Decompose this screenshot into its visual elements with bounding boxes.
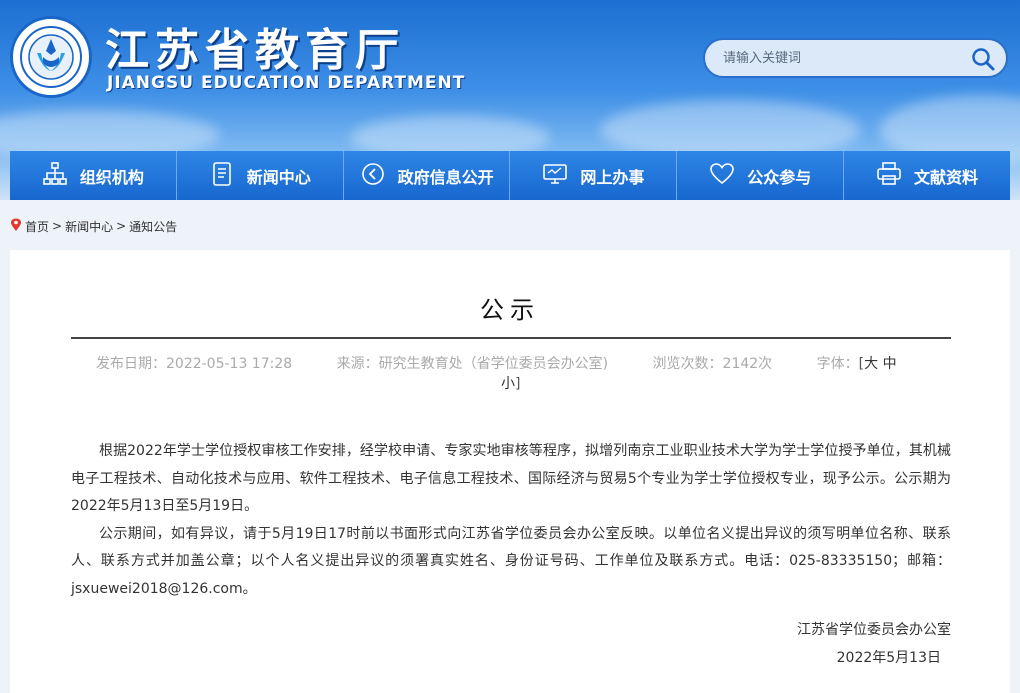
search-icon[interactable] xyxy=(970,46,996,72)
article-panel: 公示 发布日期：2022-05-13 17:28 来源：研究生教育处（省学位委员… xyxy=(10,250,1010,693)
breadcrumb-news[interactable]: 新闻中心 xyxy=(65,218,113,235)
nav-item-online-services[interactable]: 网上办事 xyxy=(510,151,678,200)
nav-item-documents[interactable]: 文献资料 xyxy=(844,151,1010,200)
nav-item-label: 新闻中心 xyxy=(246,167,311,187)
signature-date: 2022年5月13日 xyxy=(836,649,941,666)
article-title: 公示 xyxy=(480,296,540,324)
source-label: 来源： xyxy=(336,356,379,372)
nav-item-label: 文献资料 xyxy=(914,167,979,187)
font-size-label: 字体： xyxy=(816,356,859,372)
font-size-small[interactable]: 小 xyxy=(501,376,515,392)
nav-item-public-participation[interactable]: 公众参与 xyxy=(677,151,845,200)
search-box xyxy=(703,38,1008,78)
article-paragraph: 公示期间，如有异议，请于5月19日17时前以书面形式向江苏省学位委员会办公室反映… xyxy=(71,525,951,597)
dept-emblem-icon[interactable] xyxy=(10,16,92,98)
breadcrumb-home[interactable]: 首页 xyxy=(25,218,49,235)
font-size-large[interactable]: 大 xyxy=(864,356,878,372)
article-body: 根据2022年学士学位授权审核工作安排，经学校申请、专家实地审核等程序，拟增列南… xyxy=(71,438,951,603)
view-count: 浏览次数：2142次 xyxy=(653,356,773,372)
article-meta: 发布日期：2022-05-13 17:28 来源：研究生教育处（省学位委员会办公… xyxy=(96,354,956,394)
breadcrumb-separator: > xyxy=(116,219,127,233)
document-icon xyxy=(209,161,235,191)
nav-item-label: 政府信息公开 xyxy=(397,167,494,187)
monitor-icon xyxy=(542,161,568,191)
main-nav: 组织机构 新闻中心 政府信息公开 网上办事 公众参与 文献资料 xyxy=(10,151,1010,200)
nav-item-label: 组织机构 xyxy=(79,167,144,187)
site-title: 江苏省教育厅 xyxy=(105,25,405,76)
breadcrumb: 首页 > 新闻中心 > 通知公告 xyxy=(10,216,177,236)
nav-item-label: 网上办事 xyxy=(580,167,645,187)
bracket-close: ] xyxy=(515,376,521,392)
nav-item-label: 公众参与 xyxy=(747,167,812,187)
source: 来源：研究生教育处（省学位委员会办公室) xyxy=(337,356,608,372)
heart-icon xyxy=(709,161,735,191)
source-value: 研究生教育处（省学位委员会办公室) xyxy=(378,356,609,372)
org-chart-icon xyxy=(42,161,68,191)
article-signature: 江苏省学位委员会办公室 2022年5月13日 xyxy=(797,617,951,672)
play-circle-icon xyxy=(360,161,386,191)
nav-item-org[interactable]: 组织机构 xyxy=(10,151,177,200)
printer-icon xyxy=(876,161,902,191)
publish-date: 发布日期：2022-05-13 17:28 xyxy=(96,356,292,372)
font-size-medium[interactable]: 中 xyxy=(883,356,897,372)
view-count-value: 2142次 xyxy=(722,356,773,372)
article-paragraph: 根据2022年学士学位授权审核工作安排，经学校申请、专家实地审核等程序，拟增列南… xyxy=(71,443,951,514)
nav-item-news[interactable]: 新闻中心 xyxy=(177,151,344,200)
breadcrumb-separator: > xyxy=(52,219,63,233)
publish-date-value: 2022-05-13 17:28 xyxy=(166,356,293,372)
search-input[interactable] xyxy=(723,48,963,68)
nav-item-gov-info[interactable]: 政府信息公开 xyxy=(344,151,511,200)
title-divider xyxy=(71,337,951,339)
breadcrumb-current[interactable]: 通知公告 xyxy=(129,218,177,235)
publish-date-label: 发布日期： xyxy=(96,356,166,372)
site-subtitle: JIANGSU EDUCATION DEPARTMENT xyxy=(107,73,466,93)
location-pin-icon xyxy=(10,218,22,235)
signature-org: 江苏省学位委员会办公室 xyxy=(797,622,951,638)
view-count-label: 浏览次数： xyxy=(652,356,723,372)
